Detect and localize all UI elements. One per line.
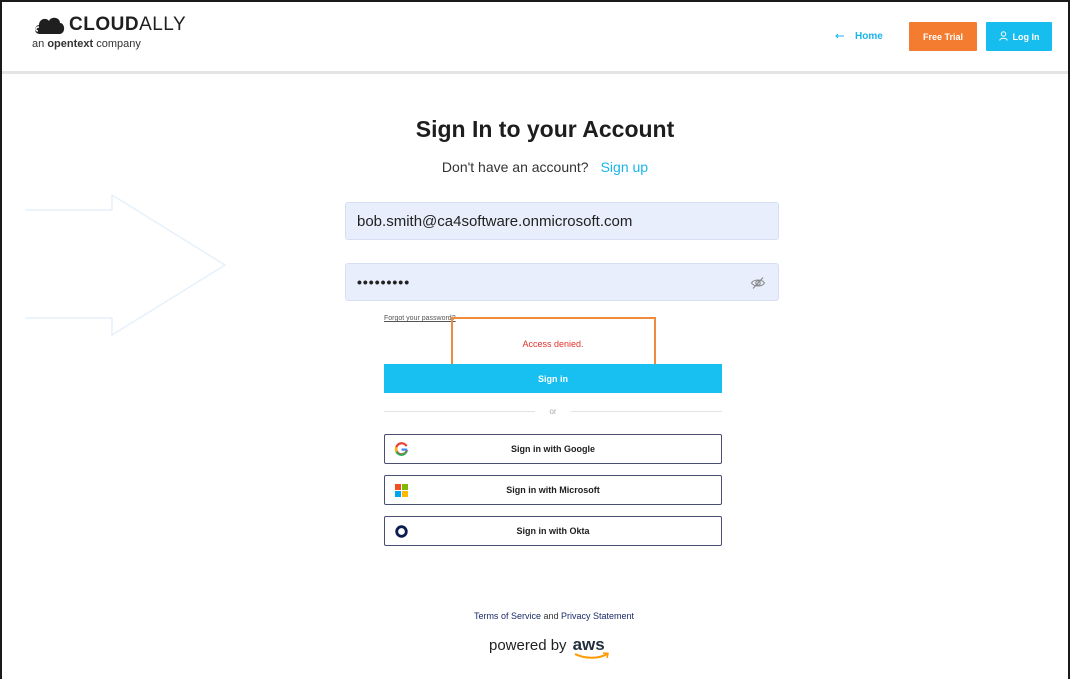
home-label: Home xyxy=(855,31,883,42)
sign-in-microsoft-button[interactable]: Sign in with Microsoft xyxy=(384,475,722,505)
home-link[interactable]: Home xyxy=(835,31,883,42)
page-title: Sign In to your Account xyxy=(415,116,675,142)
forgot-password-link[interactable]: Forgot your password? xyxy=(384,315,456,322)
sign-in-label: Sign in xyxy=(538,373,568,384)
microsoft-icon xyxy=(394,483,409,498)
password-field-container xyxy=(345,263,779,301)
okta-label: Sign in with Okta xyxy=(516,526,590,536)
arrow-left-icon xyxy=(835,31,845,42)
powered-by-aws: powered by aws xyxy=(489,635,613,661)
footer-and: and xyxy=(543,611,559,621)
sign-up-link[interactable]: Sign up xyxy=(601,159,648,175)
terms-of-service-link[interactable]: Terms of Service xyxy=(474,611,541,621)
google-icon xyxy=(394,442,409,457)
logo-wordmark: CLOUDALLY xyxy=(69,14,187,35)
signup-prompt-text: Don't have an account? xyxy=(441,159,589,175)
sign-in-button[interactable]: Sign in xyxy=(384,364,722,393)
aws-smile-icon xyxy=(574,652,609,659)
free-trial-button[interactable]: Free Trial xyxy=(909,22,977,51)
eye-off-icon[interactable] xyxy=(750,275,766,291)
log-in-label: Log In xyxy=(1012,31,1040,42)
okta-icon xyxy=(394,524,409,539)
password-field[interactable] xyxy=(346,264,778,300)
footer-links: Terms of Service and Privacy Statement xyxy=(0,611,1070,621)
logo-tagline: an opentext company xyxy=(32,38,141,50)
cloud-logo-icon xyxy=(34,17,65,34)
email-field[interactable] xyxy=(346,203,778,239)
google-label: Sign in with Google xyxy=(511,444,595,454)
divider-line xyxy=(570,411,722,412)
decorative-arrow-shape xyxy=(25,193,227,337)
user-icon xyxy=(998,30,1008,43)
cloudally-logo[interactable]: CLOUDALLY an opentext company xyxy=(32,14,186,50)
sign-in-okta-button[interactable]: Sign in with Okta xyxy=(384,516,722,546)
privacy-statement-link[interactable]: Privacy Statement xyxy=(561,611,634,621)
free-trial-label: Free Trial xyxy=(922,31,964,42)
log-in-button[interactable]: Log In xyxy=(986,22,1052,51)
aws-logo: aws xyxy=(573,635,613,661)
signup-prompt: Don't have an account? Sign up xyxy=(0,159,1070,175)
divider-label: or xyxy=(549,407,557,416)
or-divider: or xyxy=(384,407,722,416)
microsoft-label: Sign in with Microsoft xyxy=(506,485,600,495)
divider-line xyxy=(384,411,536,412)
sign-in-google-button[interactable]: Sign in with Google xyxy=(384,434,722,464)
email-field-container xyxy=(345,202,779,240)
top-header: CLOUDALLY an opentext company Home Free … xyxy=(2,2,1068,74)
powered-by-label: powered by xyxy=(489,637,567,654)
